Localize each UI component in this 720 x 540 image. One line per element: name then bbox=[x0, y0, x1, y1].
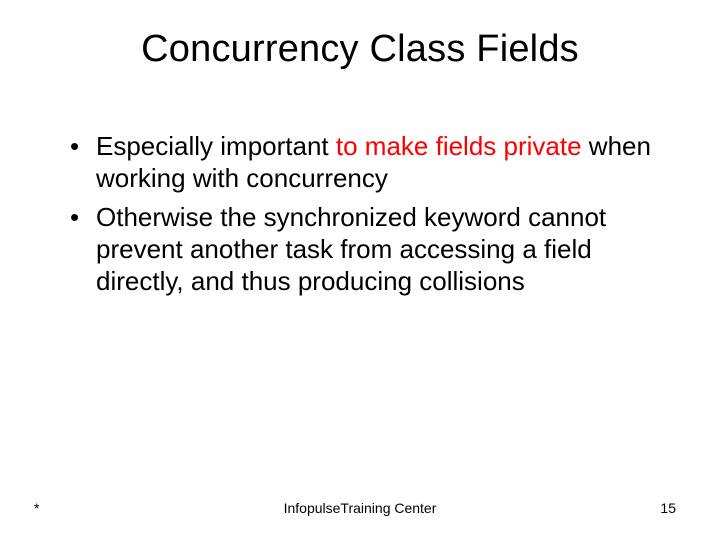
bullet-text-pre: Especially important bbox=[96, 131, 336, 161]
slide-content: Especially important to make fields priv… bbox=[0, 71, 720, 298]
bullet-text-emphasis: to make fields private bbox=[336, 131, 582, 161]
footer-center: InfopulseTraining Center bbox=[0, 500, 720, 516]
page-number: 15 bbox=[660, 500, 676, 516]
list-item: Especially important to make fields priv… bbox=[70, 131, 660, 194]
slide: Concurrency Class Fields Especially impo… bbox=[0, 0, 720, 540]
list-item: Otherwise the synchronized keyword canno… bbox=[70, 202, 660, 297]
slide-title: Concurrency Class Fields bbox=[0, 0, 720, 71]
bullet-list: Especially important to make fields priv… bbox=[70, 131, 660, 298]
bullet-text-pre: Otherwise the synchronized keyword canno… bbox=[96, 202, 606, 295]
